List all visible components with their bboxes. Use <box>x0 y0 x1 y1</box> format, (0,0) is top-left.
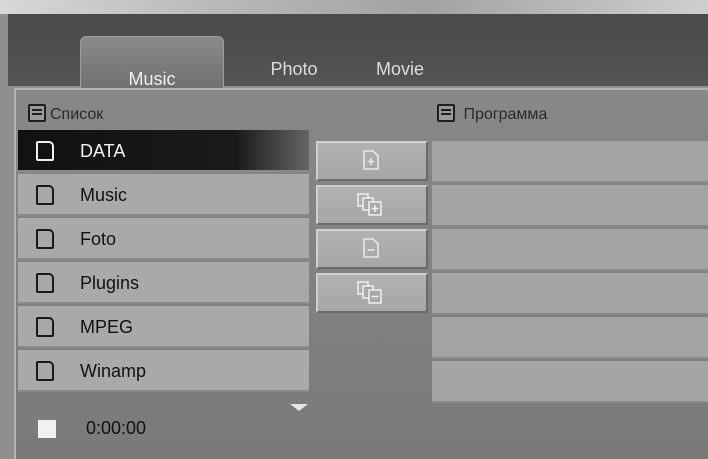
remove-file-button[interactable] <box>316 229 428 269</box>
program-slot[interactable] <box>432 185 708 227</box>
list-item-foto[interactable]: Foto <box>18 218 309 260</box>
add-file-icon <box>363 150 379 170</box>
program-header: Программа <box>437 104 547 124</box>
program-slot[interactable] <box>432 229 708 271</box>
folder-icon <box>36 361 54 381</box>
list-icon <box>28 104 46 122</box>
program-slot[interactable] <box>432 273 708 315</box>
tab-photo[interactable]: Photo <box>254 54 334 84</box>
folder-icon <box>36 185 54 205</box>
list-item-label: DATA <box>80 141 126 161</box>
add-all-button[interactable] <box>316 185 428 225</box>
add-file-button[interactable] <box>316 141 428 181</box>
program-slot[interactable] <box>432 361 708 403</box>
program-title: Программа <box>463 106 548 123</box>
program-slot[interactable] <box>432 317 708 359</box>
list-item-label: MPEG <box>80 317 134 337</box>
folder-icon <box>36 141 54 161</box>
list-title: Список <box>50 106 104 123</box>
folder-icon <box>36 273 54 293</box>
top-decoration <box>0 0 708 14</box>
main-panel: Список Программа DATA Music Foto Plugins… <box>14 88 708 459</box>
remove-all-icon <box>357 281 382 304</box>
list-item-label: Foto <box>80 229 117 249</box>
list-item-mpeg[interactable]: MPEG <box>18 306 309 348</box>
playback-time: 0:00:00 <box>86 418 147 438</box>
tab-bar: Music Photo Movie <box>8 14 708 101</box>
folder-icon <box>36 229 54 249</box>
list-header: Список <box>28 104 103 124</box>
remove-file-icon <box>363 238 379 258</box>
program-slot[interactable] <box>432 141 708 183</box>
scroll-down-arrow-icon[interactable] <box>290 404 308 411</box>
list-item-label: Plugins <box>80 273 140 293</box>
list-item-data[interactable]: DATA <box>18 130 309 172</box>
list-item-music[interactable]: Music <box>18 174 309 216</box>
list-item-winamp[interactable]: Winamp <box>18 350 309 392</box>
tab-movie[interactable]: Movie <box>360 54 440 84</box>
add-all-icon <box>357 193 382 216</box>
remove-all-button[interactable] <box>316 273 428 313</box>
folder-icon <box>36 317 54 337</box>
list-item-plugins[interactable]: Plugins <box>18 262 309 304</box>
stop-indicator-icon <box>38 420 56 438</box>
list-item-label: Winamp <box>80 361 147 381</box>
list-item-label: Music <box>80 185 128 205</box>
list-icon <box>437 104 455 122</box>
